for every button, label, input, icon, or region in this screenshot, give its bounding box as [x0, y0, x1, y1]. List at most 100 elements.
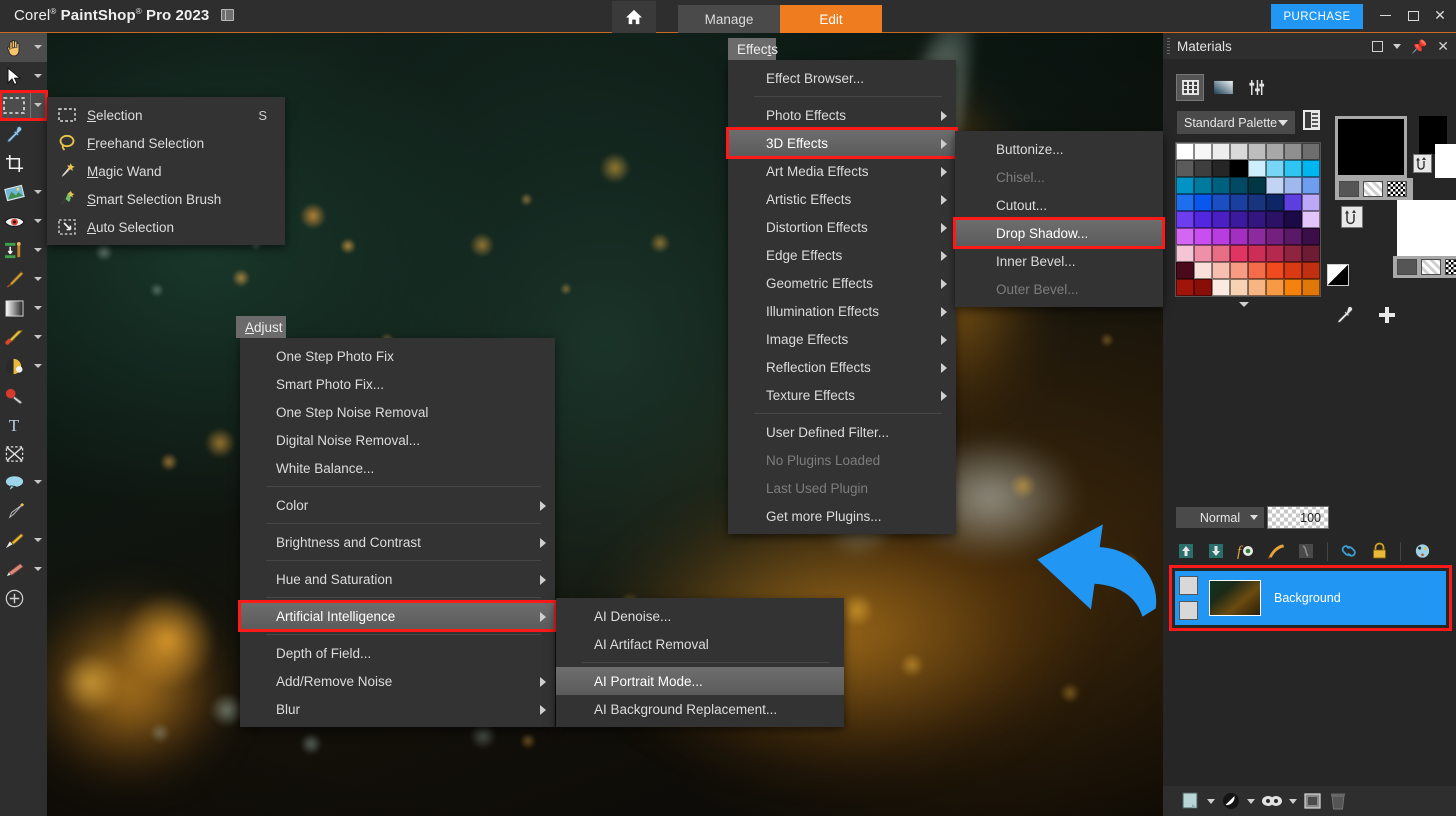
flyout-item-freehand-selection[interactable]: Freehand Selection: [47, 129, 285, 157]
color-swatch[interactable]: [1212, 279, 1230, 296]
tool-pick[interactable]: [0, 62, 47, 91]
palette-icon[interactable]: [1409, 539, 1435, 563]
flyout-item-auto-selection[interactable]: Auto Selection: [47, 213, 285, 241]
restore-icon[interactable]: [1406, 8, 1420, 22]
menu-item-depth-of-field[interactable]: Depth of Field...: [240, 639, 555, 667]
tool-eraser[interactable]: [0, 323, 47, 352]
color-swatch[interactable]: [1284, 262, 1302, 279]
new-raster-layer-icon[interactable]: [1181, 790, 1201, 812]
color-swatch[interactable]: [1176, 211, 1194, 228]
color-swatch[interactable]: [1302, 177, 1320, 194]
color-swatch[interactable]: [1230, 160, 1248, 177]
chevron-down-icon[interactable]: [34, 335, 42, 339]
color-swatch[interactable]: [1302, 211, 1320, 228]
color-swatch[interactable]: [1230, 228, 1248, 245]
effects-menu-title[interactable]: Effects: [728, 38, 778, 60]
chevron-down-icon[interactable]: [34, 538, 42, 542]
color-swatch[interactable]: [1212, 143, 1230, 160]
tool-selection[interactable]: [0, 90, 48, 121]
menu-item-white-balance[interactable]: White Balance...: [240, 454, 555, 482]
color-swatch[interactable]: [1248, 143, 1266, 160]
color-swatch[interactable]: [1194, 262, 1212, 279]
tool-pen[interactable]: [0, 497, 47, 526]
menu-item-digital-noise-removal[interactable]: Digital Noise Removal...: [240, 426, 555, 454]
color-swatch[interactable]: [1248, 279, 1266, 296]
color-swatch[interactable]: [1230, 194, 1248, 211]
menu-item-texture-effects[interactable]: Texture Effects: [728, 381, 956, 409]
color-swatch[interactable]: [1284, 245, 1302, 262]
color-swatch[interactable]: [1176, 245, 1194, 262]
panel-grip-icon[interactable]: [1167, 38, 1170, 54]
chevron-down-icon[interactable]: [34, 219, 42, 223]
color-swatch[interactable]: [1230, 143, 1248, 160]
color-swatch[interactable]: [1284, 279, 1302, 296]
menu-item-get-more-plugins[interactable]: Get more Plugins...: [728, 502, 956, 530]
color-swatch[interactable]: [1248, 177, 1266, 194]
flyout-item-magic-wand[interactable]: Magic Wand: [47, 157, 285, 185]
color-swatch[interactable]: [1212, 262, 1230, 279]
layer-list[interactable]: Background: [1169, 565, 1452, 631]
color-swatch[interactable]: [1302, 143, 1320, 160]
tool-more[interactable]: [0, 584, 47, 613]
lock-icon[interactable]: [1366, 539, 1392, 563]
color-swatch[interactable]: [1194, 160, 1212, 177]
tool-color-changer[interactable]: [0, 352, 47, 381]
tool-preset-shape[interactable]: [0, 468, 47, 497]
color-swatch[interactable]: [1230, 211, 1248, 228]
chevron-down-icon[interactable]: [34, 45, 42, 49]
layer-styles-icon[interactable]: [1263, 539, 1289, 563]
menu-item-add-remove-noise[interactable]: Add/Remove Noise: [240, 667, 555, 695]
color-swatch[interactable]: [1176, 228, 1194, 245]
tool-red-eye[interactable]: [0, 207, 47, 236]
color-swatch[interactable]: [1194, 143, 1212, 160]
color-swatch[interactable]: [1212, 228, 1230, 245]
color-swatch[interactable]: [1230, 245, 1248, 262]
layer-type-icon[interactable]: [1179, 576, 1198, 595]
menu-item-color[interactable]: Color: [240, 491, 555, 519]
color-swatch[interactable]: [1302, 245, 1320, 262]
color-swatch[interactable]: [1230, 262, 1248, 279]
color-swatch[interactable]: [1176, 262, 1194, 279]
foreground-pattern-style-button[interactable]: [1387, 181, 1407, 197]
maximize-icon[interactable]: [1372, 40, 1384, 52]
minimize-icon[interactable]: [1379, 8, 1393, 22]
color-swatch[interactable]: [1302, 228, 1320, 245]
color-swatch[interactable]: [1194, 211, 1212, 228]
layer-effects-icon[interactable]: f: [1233, 539, 1259, 563]
menu-item-art-media-effects[interactable]: Art Media Effects: [728, 157, 956, 185]
menu-item-one-step-photo-fix[interactable]: One Step Photo Fix: [240, 342, 555, 370]
color-swatch[interactable]: [1266, 262, 1284, 279]
menu-item-user-defined-filter[interactable]: User Defined Filter...: [728, 418, 956, 446]
menu-item-geometric-effects[interactable]: Geometric Effects: [728, 269, 956, 297]
layer-row[interactable]: Background: [1175, 571, 1446, 625]
menu-item-hue-and-saturation[interactable]: Hue and Saturation: [240, 565, 555, 593]
color-swatch[interactable]: [1266, 245, 1284, 262]
color-swatch[interactable]: [1248, 245, 1266, 262]
color-swatch[interactable]: [1248, 262, 1266, 279]
purchase-button[interactable]: PURCHASE: [1271, 4, 1363, 29]
color-swatch[interactable]: [1230, 177, 1248, 194]
tool-crop[interactable]: [0, 149, 47, 178]
menu-item-smart-photo-fix[interactable]: Smart Photo Fix...: [240, 370, 555, 398]
color-swatch[interactable]: [1212, 211, 1230, 228]
background-color-swatch[interactable]: [1397, 200, 1456, 256]
tool-straighten[interactable]: [0, 178, 47, 207]
palette-list-icon[interactable]: [1303, 110, 1320, 130]
menu-item-one-step-noise-removal[interactable]: One Step Noise Removal: [240, 398, 555, 426]
menu-item-drop-shadow[interactable]: Drop Shadow...: [953, 217, 1165, 249]
color-swatch-grid[interactable]: [1175, 142, 1321, 297]
color-swatch[interactable]: [1284, 228, 1302, 245]
tool-flood-fill[interactable]: [0, 294, 47, 323]
chevron-down-icon[interactable]: [34, 567, 42, 571]
chevron-down-icon[interactable]: [1289, 798, 1297, 804]
color-swatch[interactable]: [1266, 211, 1284, 228]
menu-item-3d-effects[interactable]: 3D Effects: [726, 127, 958, 159]
tool-mesh-warp[interactable]: [0, 439, 47, 468]
merge-group-icon[interactable]: [1261, 790, 1283, 812]
color-swatch[interactable]: [1194, 194, 1212, 211]
tool-pan[interactable]: [0, 33, 47, 62]
chevron-down-icon[interactable]: [34, 103, 42, 107]
tool-paint-brush[interactable]: [0, 265, 47, 294]
eyedropper-icon[interactable]: [1335, 305, 1355, 328]
color-swatch[interactable]: [1194, 245, 1212, 262]
